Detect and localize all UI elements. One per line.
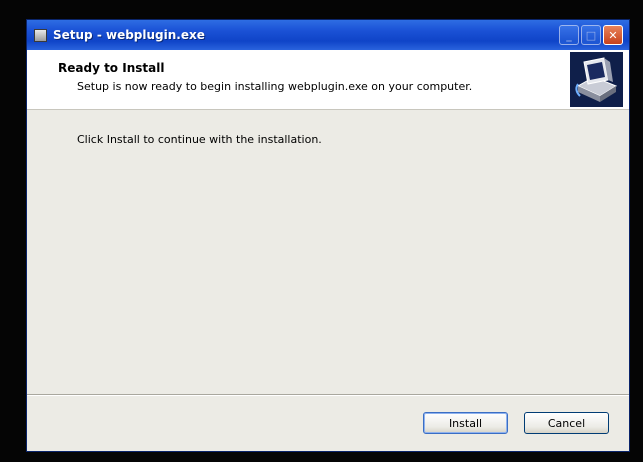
titlebar-buttons: _ □ ✕ xyxy=(559,25,623,45)
instruction-text: Click Install to continue with the insta… xyxy=(77,133,322,146)
install-button[interactable]: Install xyxy=(423,412,508,434)
close-icon: ✕ xyxy=(608,28,618,42)
maximize-icon: □ xyxy=(585,28,597,42)
cancel-button[interactable]: Cancel xyxy=(524,412,609,434)
title-bar[interactable]: Setup - webplugin.exe _ □ ✕ xyxy=(27,20,629,50)
maximize-button[interactable]: □ xyxy=(581,25,601,45)
footer-divider xyxy=(27,394,629,396)
page-title: Ready to Install xyxy=(58,61,165,75)
wizard-header: Ready to Install Setup is now ready to b… xyxy=(27,50,629,110)
setup-window: Setup - webplugin.exe _ □ ✕ Ready to Ins… xyxy=(26,19,630,452)
computer-install-icon xyxy=(570,52,623,107)
close-button[interactable]: ✕ xyxy=(603,25,623,45)
window-title: Setup - webplugin.exe xyxy=(53,28,205,42)
minimize-icon: _ xyxy=(566,28,572,42)
setup-app-icon xyxy=(34,28,47,42)
minimize-button[interactable]: _ xyxy=(559,25,579,45)
page-subtitle: Setup is now ready to begin installing w… xyxy=(77,80,473,93)
